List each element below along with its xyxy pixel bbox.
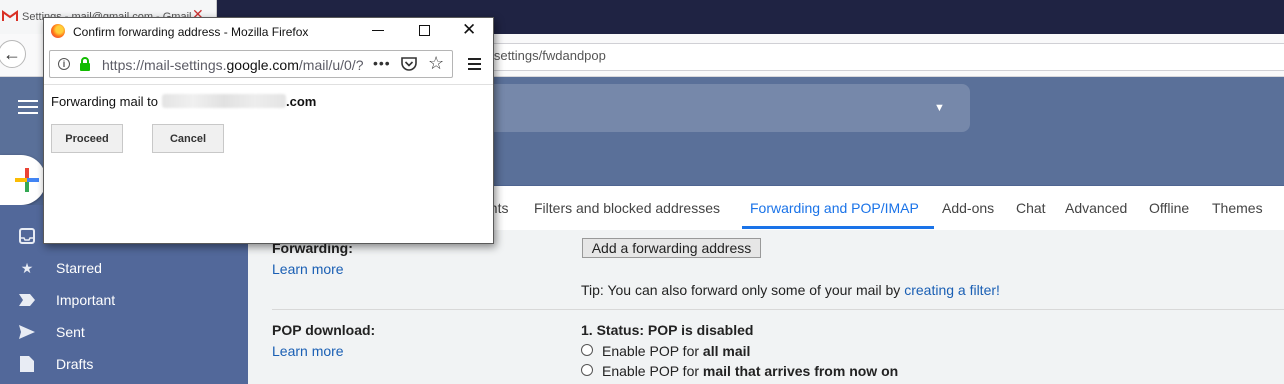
tab-addons[interactable]: Add-ons <box>942 200 994 216</box>
forwarding-learn-more-link[interactable]: Learn more <box>272 261 344 277</box>
popup-url-text: https://mail-settings.google.com/mail/u/… <box>102 57 363 73</box>
cancel-button[interactable]: Cancel <box>152 124 224 153</box>
sidebar-item-important[interactable]: Important <box>18 288 115 312</box>
sidebar-item-label: Starred <box>56 260 102 276</box>
section-divider <box>272 309 1284 310</box>
sidebar-item-drafts[interactable]: Drafts <box>18 352 93 376</box>
sidebar-item-label: Sent <box>56 324 85 340</box>
forwarding-tip: Tip: You can also forward only some of y… <box>581 282 1000 298</box>
sidebar-item-starred[interactable]: ★ Starred <box>18 256 102 280</box>
sidebar-item-sent[interactable]: Sent <box>18 320 85 344</box>
pop-option-all-mail: all mail <box>702 343 751 359</box>
pop-option-prefix: Enable POP for <box>602 363 700 379</box>
star-icon: ★ <box>20 259 34 276</box>
popup-title: Confirm forwarding address - Mozilla Fir… <box>73 25 309 39</box>
popup-url-suffix: /mail/u/0/? <box>298 57 364 73</box>
info-icon[interactable]: i <box>58 58 70 70</box>
bookmark-star-icon[interactable]: ☆ <box>428 53 444 74</box>
pop-learn-more-link[interactable]: Learn more <box>272 343 344 359</box>
pop-status: 1. Status: POP is disabled <box>581 322 754 338</box>
pop-option-prefix: Enable POP for <box>602 343 700 359</box>
pop-all-mail-option[interactable]: Enable POP for all mail <box>602 343 750 359</box>
popup-url-prefix: https://mail-settings. <box>102 57 227 73</box>
proceed-button[interactable]: Proceed <box>51 124 123 153</box>
main-menu-icon[interactable] <box>18 100 38 118</box>
close-icon[interactable]: ✕ <box>462 20 476 40</box>
hamburger-menu-icon[interactable] <box>468 58 481 73</box>
forwarding-domain: .com <box>286 94 317 109</box>
page-actions-icon[interactable]: ••• <box>373 55 391 71</box>
firefox-logo-icon <box>51 24 65 38</box>
redacted-email <box>162 94 286 108</box>
background-url-text: /#settings/fwdandpop <box>483 48 606 63</box>
tab-offline[interactable]: Offline <box>1149 200 1189 216</box>
tab-themes[interactable]: Themes <box>1212 200 1263 216</box>
create-filter-link[interactable]: creating a filter! <box>904 282 1000 298</box>
important-icon <box>18 291 36 309</box>
gmail-logo-icon <box>2 10 18 21</box>
minimize-icon[interactable] <box>372 30 384 31</box>
pocket-icon[interactable] <box>401 57 417 71</box>
sidebar-item-label: Important <box>56 292 116 308</box>
inbox-icon <box>18 227 36 245</box>
forwarding-tip-text: Tip: You can also forward only some of y… <box>581 282 901 298</box>
send-icon <box>18 323 36 341</box>
forwarding-message: Forwarding mail to <box>51 94 158 109</box>
tab-advanced[interactable]: Advanced <box>1065 200 1127 216</box>
settings-body <box>248 230 1284 384</box>
pop-new-mail-option[interactable]: Enable POP for mail that arrives from no… <box>602 363 898 379</box>
popup-url-domain: google.com <box>226 57 299 73</box>
search-options-icon[interactable]: ▼ <box>934 102 945 114</box>
draft-icon <box>18 355 36 373</box>
lock-icon[interactable] <box>79 57 91 71</box>
pop-download-label: POP download: <box>272 322 376 338</box>
pop-option-new-mail: mail that arrives from now on <box>702 363 899 379</box>
active-tab-indicator <box>742 226 934 229</box>
compose-plus-icon <box>15 168 39 192</box>
add-forwarding-address-button[interactable]: Add a forwarding address <box>582 238 761 258</box>
popup-divider <box>44 84 493 85</box>
tab-forwarding[interactable]: Forwarding and POP/IMAP <box>750 200 919 216</box>
pop-new-mail-radio[interactable] <box>581 364 593 376</box>
tab-filters[interactable]: Filters and blocked addresses <box>534 200 720 216</box>
maximize-icon[interactable] <box>419 25 430 36</box>
sidebar-item-label: Drafts <box>56 356 94 372</box>
pop-all-mail-radio[interactable] <box>581 344 593 356</box>
tab-chat[interactable]: Chat <box>1016 200 1046 216</box>
